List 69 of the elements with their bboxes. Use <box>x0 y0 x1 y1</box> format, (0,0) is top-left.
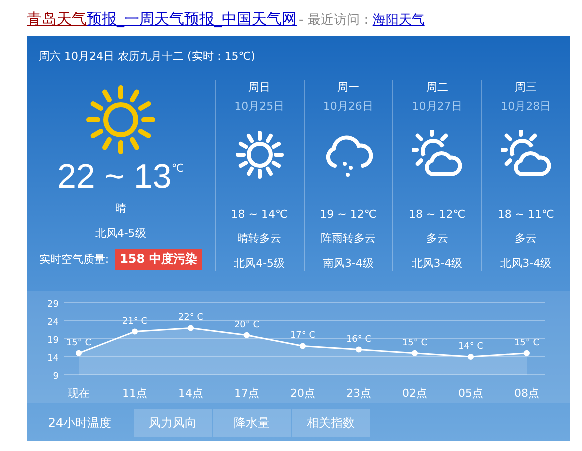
air-quality-badge: 158 中度污染 <box>115 249 202 270</box>
data-point <box>300 343 306 350</box>
temperature-range: 18 ~ 12℃ <box>408 208 466 221</box>
today-weather: 晴 <box>115 201 126 216</box>
today-temperature: 22 ~ 13 <box>57 158 172 197</box>
date-header: 周六 10月24日 农历九月十二 (实时：15℃) <box>39 48 256 64</box>
x-axis-label: 现在 <box>68 387 90 400</box>
axis-tick-label: 29 <box>48 300 59 310</box>
data-label: 15° C <box>66 338 92 348</box>
date-label: 10月28日 <box>501 99 552 114</box>
data-label: 15° C <box>514 338 540 348</box>
data-point <box>244 332 250 338</box>
data-label: 14° C <box>458 342 484 352</box>
recent-city-link[interactable]: 海阳天气 <box>372 11 425 29</box>
page-title-link[interactable]: 预报_一周天气预报_中国天气网 <box>87 10 297 29</box>
wind-label: 北风4-5级 <box>234 256 286 271</box>
sun-icon <box>84 84 157 156</box>
recent-label: - 最近访问： <box>299 12 373 29</box>
x-axis-label: 17点 <box>234 387 260 400</box>
temperature-range: 18 ~ 11℃ <box>498 208 554 221</box>
data-label: 17° C <box>290 331 316 342</box>
axis-tick-label: 19 <box>48 336 59 346</box>
today-wind: 北风4-5级 <box>95 226 146 241</box>
x-axis-label: 14点 <box>178 387 204 400</box>
weather-label: 多云 <box>515 231 538 246</box>
data-point <box>132 328 138 335</box>
x-axis-label: 05点 <box>458 387 484 400</box>
temperature-range: 19 ~ 12℃ <box>320 208 377 221</box>
chart-tab[interactable]: 24小时温度 <box>27 409 133 437</box>
data-label: 15° C <box>402 338 428 348</box>
date-label: 10月27日 <box>412 99 462 114</box>
x-axis-label: 23点 <box>346 387 372 400</box>
weekday-label: 周三 <box>515 80 538 95</box>
page-title-link[interactable]: 青岛天气 <box>27 10 87 29</box>
data-label: 20° C <box>234 320 260 330</box>
weekday-label: 周日 <box>248 80 271 95</box>
temperature-range: 18 ~ 14℃ <box>231 208 288 221</box>
data-label: 21° C <box>122 316 148 327</box>
wind-label: 北风3-4级 <box>412 256 463 271</box>
axis-tick-label: 24 <box>48 318 59 328</box>
data-point <box>412 350 418 356</box>
wind-label: 北风3-4级 <box>500 256 552 271</box>
data-label: 16° C <box>346 334 372 345</box>
wind-label: 南风3-4级 <box>322 256 374 271</box>
weekday-label: 周二 <box>426 80 448 95</box>
chart-tab[interactable]: 降水量 <box>213 409 291 437</box>
x-axis-label: 02点 <box>402 387 428 400</box>
data-label: 22° C <box>178 313 204 324</box>
data-point <box>524 350 530 356</box>
chart-tab[interactable]: 风力风向 <box>134 409 212 437</box>
x-axis-label: 11点 <box>122 387 148 400</box>
date-label: 10月26日 <box>323 99 374 114</box>
chart-tab[interactable]: 相关指数 <box>292 409 370 437</box>
x-axis-label: 08点 <box>514 387 540 400</box>
axis-tick-label: 14 <box>48 354 59 364</box>
data-point <box>188 325 194 332</box>
x-axis-label: 20点 <box>290 387 316 400</box>
sun-icon <box>234 130 285 180</box>
data-point <box>76 350 82 356</box>
axis-tick-label: 9 <box>53 372 59 382</box>
date-label: 10月25日 <box>234 99 285 114</box>
air-quality-label: 实时空气质量: <box>39 252 110 267</box>
weekday-label: 周一 <box>337 80 360 95</box>
weather-label: 晴转多云 <box>238 231 282 246</box>
data-point <box>356 346 362 353</box>
weather-label: 阵雨转多云 <box>320 231 376 246</box>
unit-label: ℃ <box>172 162 184 175</box>
weather-label: 多云 <box>426 231 448 246</box>
data-point <box>468 354 474 360</box>
